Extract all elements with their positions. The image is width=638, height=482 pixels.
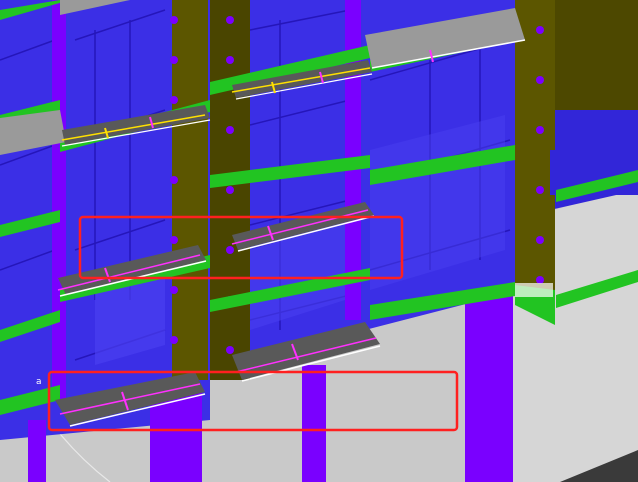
model-viewport[interactable]: a <box>0 0 638 482</box>
stray-glyph: a <box>36 377 42 387</box>
building-facade-render[interactable]: a <box>0 0 638 482</box>
